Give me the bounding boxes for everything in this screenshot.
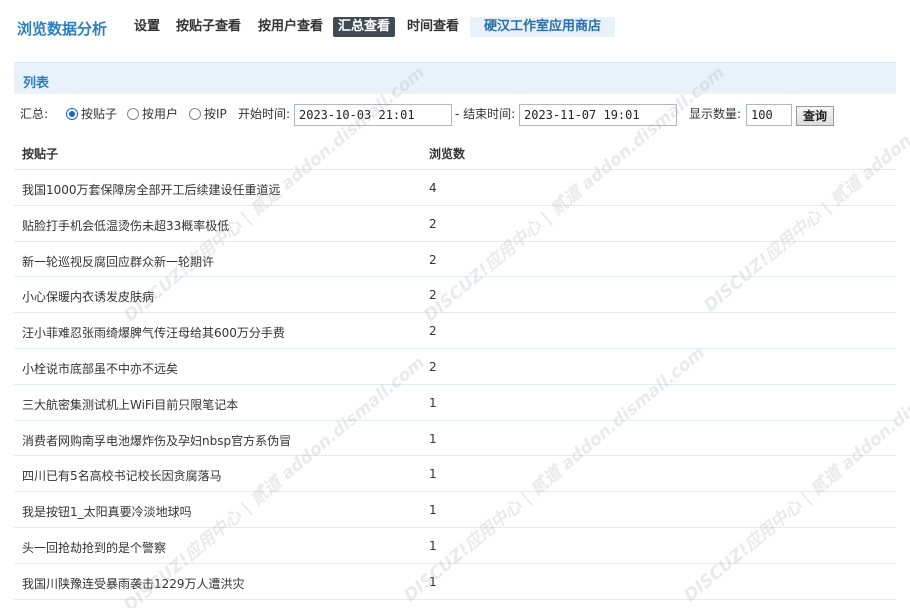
panel-title: 列表 <box>23 76 50 91</box>
table-row: 我国1000万套保障房全部开工后续建设任重道远 4 <box>14 170 896 206</box>
table-row: 汪小菲难忍张雨绮爆脾气传汪母给其600万分手费 2 <box>14 313 896 349</box>
table-row: 我国川陕豫连受暴雨袭击1229万人遭洪灾 1 <box>14 564 896 600</box>
radio-button-icon[interactable] <box>66 108 78 120</box>
thread-title[interactable]: 汪小菲难忍张雨绮爆脾气传汪母给其600万分手费 <box>22 324 285 341</box>
view-count: 2 <box>429 324 437 339</box>
column-header-views: 浏览数 <box>429 147 466 161</box>
thread-title[interactable]: 小心保暖内衣诱发皮肤病 <box>22 288 154 305</box>
table-row: 新一轮巡视反腐回应群众新一轮期许 2 <box>14 242 896 278</box>
radio-by-ip[interactable]: 按IP <box>189 102 227 126</box>
thread-title[interactable]: 我是按钮1_太阳真要冷淡地球吗 <box>22 503 192 520</box>
summary-label: 汇总: <box>20 107 49 121</box>
table-row: 头一回抢劫抢到的是个警察 1 <box>14 528 896 564</box>
nav-app-store[interactable]: 硬汉工作室应用商店 <box>470 17 616 37</box>
thread-title[interactable]: 小栓说市底部虽不中亦不远矣 <box>22 360 178 377</box>
view-count: 2 <box>429 252 437 267</box>
radio-button-icon[interactable] <box>127 108 139 120</box>
brand-title: 浏览数据分析 <box>17 20 108 38</box>
thread-title[interactable]: 消费者网购南孚电池爆炸伤及孕妇nbsp官方系伪冒 <box>22 432 291 449</box>
view-count: 2 <box>429 359 437 374</box>
view-count: 1 <box>429 538 437 553</box>
start-time-input[interactable]: 2023-10-03 21:01 <box>294 104 452 126</box>
top-nav: 浏览数据分析 设置 按贴子查看 按用户查看 汇总查看 时间查看 硬汉工作室应用商… <box>0 0 910 52</box>
radio-by-user[interactable]: 按用户 <box>127 102 178 126</box>
thread-title[interactable]: 三大航密集测试机上WiFi目前只限笔记本 <box>22 396 238 413</box>
view-count: 1 <box>429 574 437 589</box>
query-button[interactable]: 查询 <box>796 106 835 126</box>
thread-title[interactable]: 头一回抢劫抢到的是个警察 <box>22 539 166 556</box>
table-row: 贴脸打手机会低温烫伤未超33概率极低 2 <box>14 206 896 242</box>
thread-title[interactable]: 我国1000万套保障房全部开工后续建设任重道远 <box>22 181 281 198</box>
table-body: 我国1000万套保障房全部开工后续建设任重道远 4 贴脸打手机会低温烫伤未超33概… <box>14 170 896 600</box>
nav-by-thread[interactable]: 按贴子查看 <box>171 17 246 37</box>
view-count: 1 <box>429 503 437 518</box>
view-count: 1 <box>429 395 437 410</box>
view-count: 1 <box>429 467 437 482</box>
table-row: 我是按钮1_太阳真要冷淡地球吗 1 <box>14 492 896 528</box>
nav-settings[interactable]: 设置 <box>129 17 165 37</box>
list-panel-header: 列表 <box>14 62 896 94</box>
table-header: 按贴子 浏览数 <box>14 136 896 170</box>
count-input[interactable]: 100 <box>746 104 792 126</box>
thread-title[interactable]: 贴脸打手机会低温烫伤未超33概率极低 <box>22 217 229 234</box>
thread-title[interactable]: 我国川陕豫连受暴雨袭击1229万人遭洪灾 <box>22 575 245 592</box>
filter-bar: 汇总: 按贴子 按用户 按IP 开始时间: 2023-10-03 21:01 -… <box>20 102 900 128</box>
nav-by-time[interactable]: 时间查看 <box>402 17 464 37</box>
table-row: 小心保暖内衣诱发皮肤病 2 <box>14 277 896 314</box>
thread-title[interactable]: 新一轮巡视反腐回应群众新一轮期许 <box>22 253 214 270</box>
table-row: 消费者网购南孚电池爆炸伤及孕妇nbsp官方系伪冒 1 <box>14 421 896 457</box>
radio-by-thread[interactable]: 按贴子 <box>66 102 117 126</box>
view-count: 4 <box>429 181 437 195</box>
view-count: 1 <box>429 431 437 446</box>
view-count: 2 <box>429 288 437 303</box>
column-header-thread: 按贴子 <box>22 147 59 161</box>
table-row: 三大航密集测试机上WiFi目前只限笔记本 1 <box>14 385 896 421</box>
end-time-label: - 结束时间: <box>455 107 516 121</box>
end-time-input[interactable]: 2023-11-07 19:01 <box>519 104 677 126</box>
radio-button-icon[interactable] <box>189 108 201 120</box>
table-row: 小栓说市底部虽不中亦不远矣 2 <box>14 349 896 385</box>
nav-summary[interactable]: 汇总查看 <box>333 17 396 37</box>
start-time-label: 开始时间: <box>238 107 291 121</box>
thread-title[interactable]: 四川已有5名高校书记校长因贪腐落马 <box>22 467 222 484</box>
nav-by-user[interactable]: 按用户查看 <box>253 17 328 37</box>
view-count: 2 <box>429 216 437 231</box>
count-label: 显示数量: <box>689 107 742 121</box>
table-row: 四川已有5名高校书记校长因贪腐落马 1 <box>14 456 896 493</box>
